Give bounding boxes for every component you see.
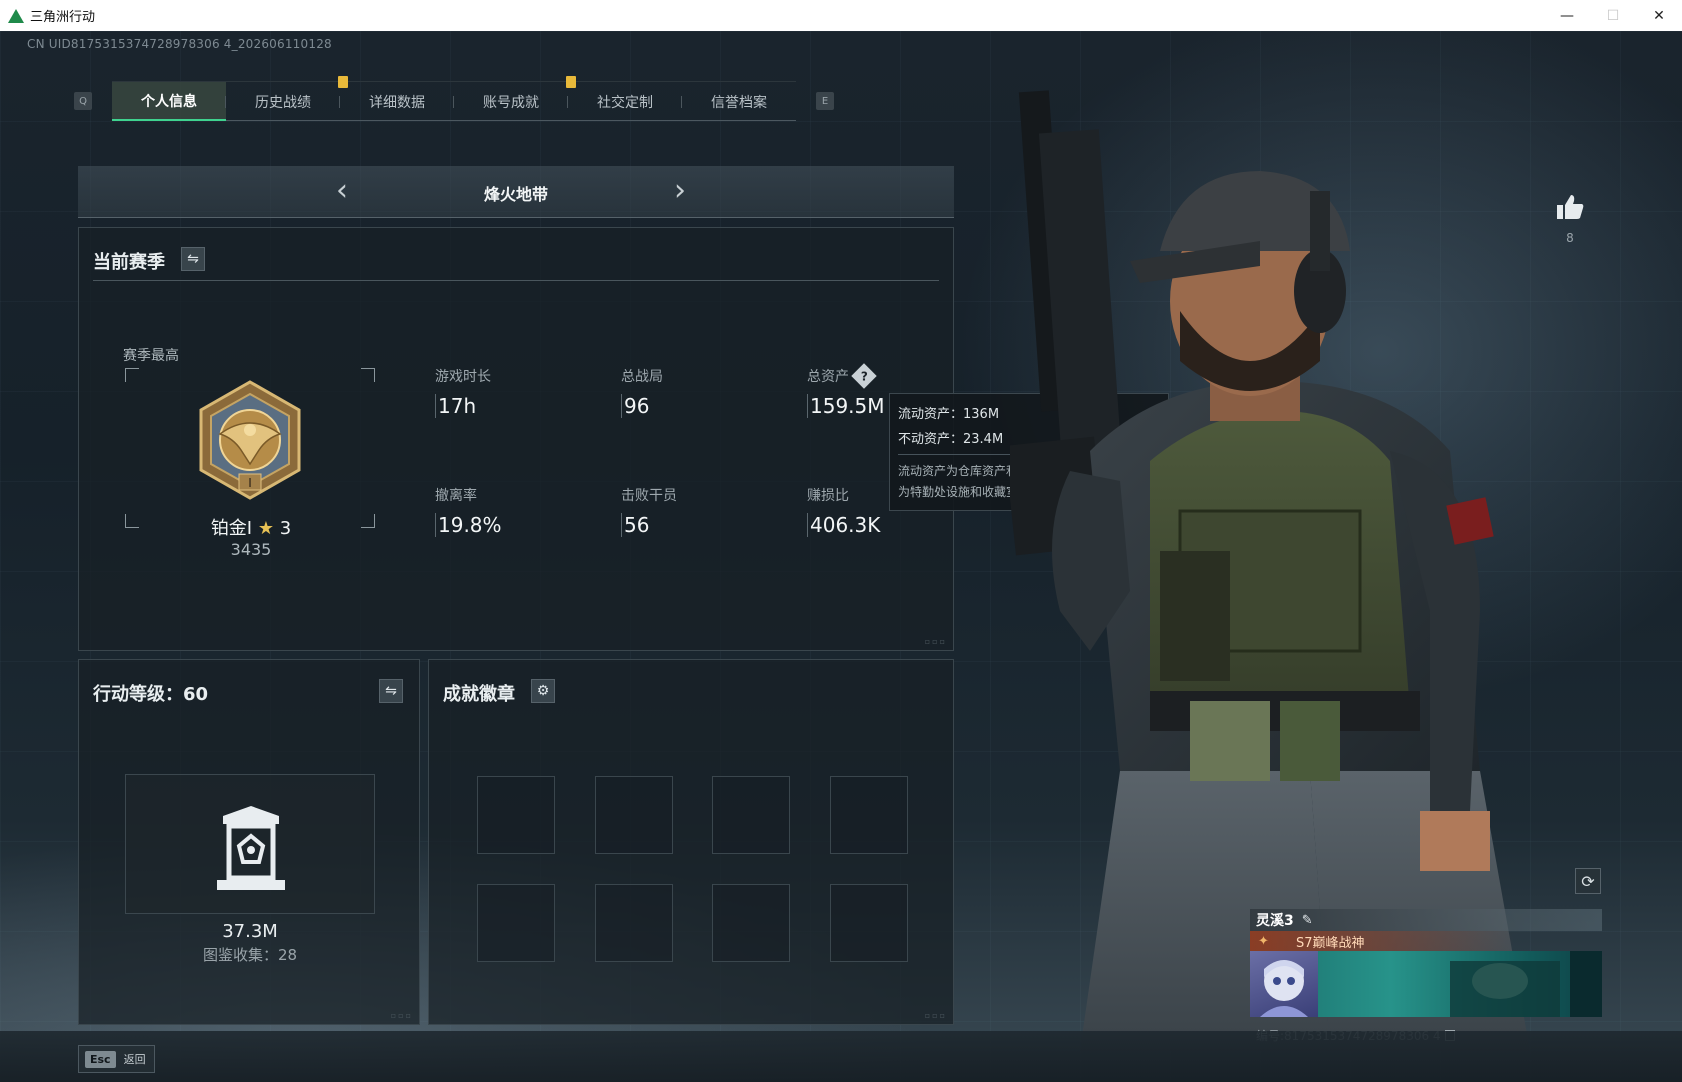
season-best-label: 赛季最高 (123, 348, 179, 364)
stat-extraction-rate: 撤离率 19.8% (435, 488, 502, 537)
season-title: 当前赛季 (93, 252, 165, 273)
gear-icon: ⚙ (536, 683, 550, 699)
player-title: S7巅峰战神 (1296, 935, 1365, 951)
tab-bar: Q 个人信息 历史战绩 详细数据 账号成就 社交定制 信誉档案 E (74, 76, 834, 123)
close-button[interactable]: ✕ (1636, 0, 1682, 31)
window-titlebar: 三角洲行动 — ☐ ✕ (0, 0, 1682, 31)
collection-count: 图鉴收集：28 (202, 946, 298, 964)
tab-social-custom[interactable]: 社交定制 (568, 82, 682, 121)
tab-personal-info[interactable]: 个人信息 (112, 82, 226, 121)
collection-vault-icon (217, 806, 285, 890)
rank-platinum-badge-icon: I (199, 380, 301, 500)
season-switch-button[interactable]: ⇋ (181, 247, 205, 271)
edit-icon[interactable]: ✎ (1302, 913, 1313, 928)
badge-slot[interactable] (712, 884, 790, 962)
rank-name: 铂金I ★ 3 (210, 518, 292, 539)
badge-slot[interactable] (595, 884, 673, 962)
achievement-badge-panel: 成就徽章 ⚙ ▫▫▫ (428, 659, 954, 1025)
stat-playtime: 游戏时长 17h (435, 369, 491, 418)
stat-operators-defeated: 击败干员 56 (621, 488, 677, 537)
next-tab-key-hint[interactable]: E (816, 92, 834, 110)
badge-slot[interactable] (477, 884, 555, 962)
uid-line: CN UID8175315374728978306 4_202606110128 (27, 37, 332, 51)
badge-slot[interactable] (477, 776, 555, 854)
badge-slot[interactable] (830, 884, 908, 962)
badge-settings-button[interactable]: ⚙ (531, 679, 555, 703)
refresh-icon: ⟳ (1581, 871, 1595, 891)
tab-detailed-data[interactable]: 详细数据 (340, 82, 454, 121)
swap-icon: ⇋ (385, 683, 397, 699)
player-avatar[interactable] (1250, 951, 1318, 1017)
level-switch-button[interactable]: ⇋ (379, 679, 403, 703)
badge-slot[interactable] (712, 776, 790, 854)
tab-label: 账号成就 (483, 94, 539, 111)
minimize-button[interactable]: — (1544, 0, 1590, 31)
svg-text:I: I (248, 476, 252, 490)
title-emblem-icon: ✦ (1258, 933, 1269, 949)
badge-slot[interactable] (595, 776, 673, 854)
help-icon[interactable]: ? (851, 363, 877, 389)
mode-selector: ‹ › 烽火地带 (78, 166, 954, 218)
tab-label: 信誉档案 (711, 94, 767, 111)
back-label: 返回 (123, 1053, 146, 1066)
player-name-card[interactable]: 灵溪3 ✎ ✦ S7巅峰战神 (1250, 909, 1602, 1021)
esc-key-hint: Esc (85, 1050, 116, 1068)
collection-value: 37.3M (222, 921, 278, 942)
tabs: 个人信息 历史战绩 详细数据 账号成就 社交定制 信誉档案 (112, 76, 796, 121)
star-icon: ★ (257, 518, 274, 539)
tab-label: 个人信息 (141, 93, 197, 110)
rank-score: 3435 (230, 540, 272, 559)
maximize-button[interactable]: ☐ (1590, 0, 1636, 31)
badge-slot[interactable] (830, 776, 908, 854)
bottom-bar: Esc 返回 (0, 1031, 1682, 1082)
stat-total-matches: 总战局 96 (621, 369, 663, 418)
operation-level-panel: 行动等级：60 ⇋ 37.3M 图鉴收集：28 ▫▫▫ (78, 659, 420, 1025)
operator-character-image (1010, 90, 1530, 1051)
tab-credit-record[interactable]: 信誉档案 (682, 82, 796, 121)
app-logo-icon (8, 8, 24, 24)
like-count: 8 (1566, 231, 1574, 245)
season-panel: 当前赛季 ⇋ 赛季最高 I 铂金I ★ 3 3435 游戏时长 17h 总战局 … (78, 227, 954, 651)
mode-title: 烽火地带 (483, 185, 548, 204)
stat-total-assets: 总资产? 159.5M (807, 363, 885, 418)
operation-level-title: 行动等级：60 (93, 684, 209, 705)
back-button[interactable]: Esc 返回 (78, 1045, 155, 1073)
window-title: 三角洲行动 (30, 10, 96, 25)
achievement-badge-title: 成就徽章 (443, 684, 515, 705)
tab-label: 详细数据 (369, 94, 425, 111)
tab-label: 社交定制 (597, 94, 653, 111)
game-viewport: CN UID8175315374728978306 4_202606110128… (0, 31, 1682, 1082)
swap-icon: ⇋ (187, 251, 199, 267)
thumbs-up-icon[interactable] (1554, 191, 1586, 223)
tab-label: 历史战绩 (255, 94, 311, 111)
refresh-button[interactable]: ⟳ (1575, 868, 1601, 894)
stat-profit-loss-ratio: 赚损比 406.3K (807, 488, 881, 537)
player-name: 灵溪3 (1256, 913, 1294, 929)
tab-history[interactable]: 历史战绩 (226, 76, 348, 121)
prev-tab-key-hint[interactable]: Q (74, 92, 92, 110)
tab-achievements[interactable]: 账号成就 (454, 76, 576, 121)
